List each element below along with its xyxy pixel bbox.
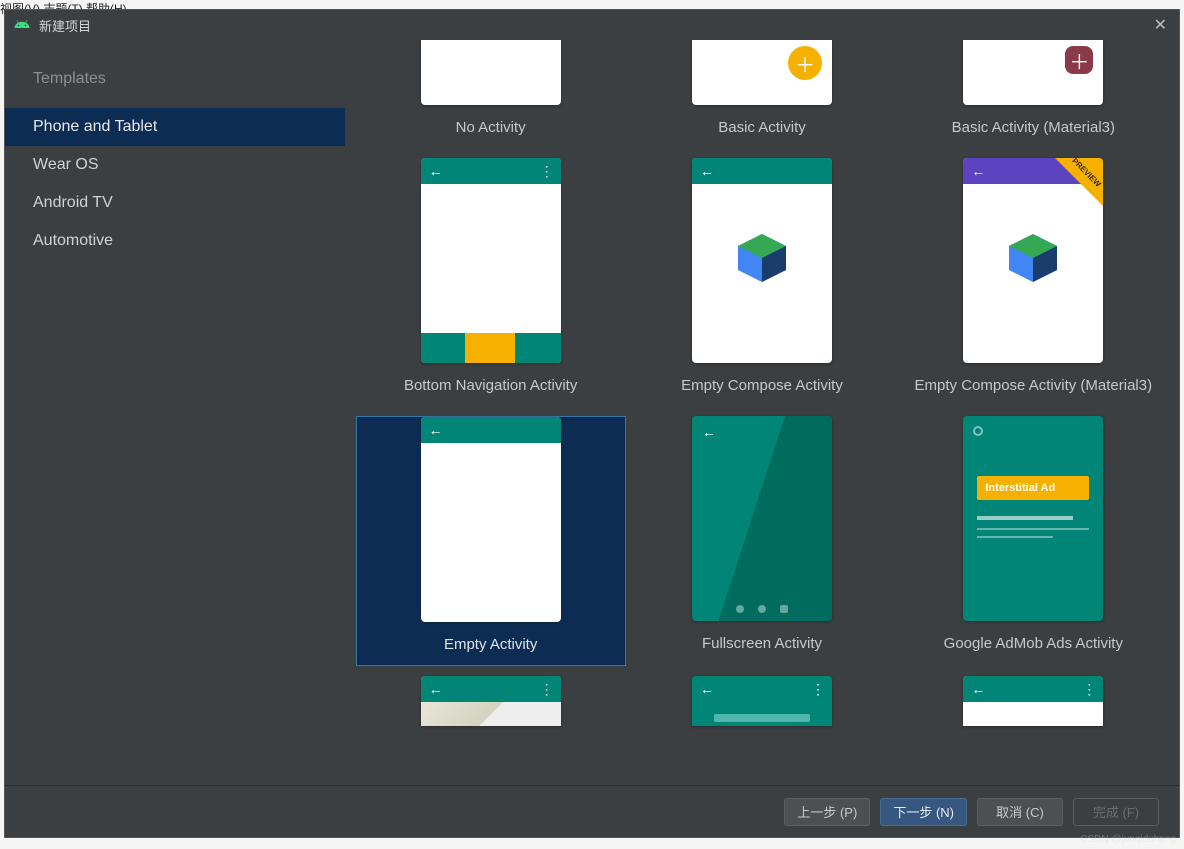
dialog-footer: 上一步 (P) 下一步 (N) 取消 (C) 完成 (F) — [5, 785, 1179, 837]
sidebar-header: Templates — [5, 70, 345, 108]
template-grid: No Activity ＋ Basic Activity ＋ Basic Act… — [355, 40, 1169, 752]
android-icon — [13, 16, 31, 34]
template-label: Basic Activity — [718, 119, 806, 136]
template-basic-activity[interactable]: ＋ Basic Activity — [627, 40, 897, 148]
sidebar-item-phone-tablet[interactable]: Phone and Tablet — [5, 108, 345, 146]
fab-icon: ＋ — [1065, 46, 1093, 74]
template-label: No Activity — [456, 119, 526, 136]
overflow-icon: ⋮ — [811, 681, 824, 698]
template-thumb: ＋ — [963, 40, 1103, 105]
template-partial[interactable]: ←⋮ — [627, 676, 897, 752]
template-thumb: ←⋮ — [963, 676, 1103, 726]
template-fullscreen[interactable]: ← ⛶ Fullscreen Activity — [627, 416, 897, 666]
template-label: Bottom Navigation Activity — [404, 377, 577, 394]
back-icon: ← — [429, 422, 443, 438]
camera-dot-icon — [973, 426, 983, 436]
compose-logo-icon — [1003, 228, 1063, 288]
sidebar-item-android-tv[interactable]: Android TV — [5, 184, 345, 222]
template-label: Fullscreen Activity — [702, 635, 822, 652]
template-grid-scroll[interactable]: No Activity ＋ Basic Activity ＋ Basic Act… — [345, 40, 1179, 785]
close-icon[interactable]: ✕ — [1150, 15, 1171, 35]
template-partial[interactable]: ←⋮ — [898, 676, 1168, 752]
back-icon: ← — [700, 163, 714, 179]
cancel-button[interactable]: 取消 (C) — [977, 798, 1063, 826]
appbar: ←⋮ — [963, 676, 1103, 702]
template-thumb: ← PREVIEW — [963, 158, 1103, 363]
next-button[interactable]: 下一步 (N) — [880, 798, 967, 826]
back-icon: ← — [429, 681, 443, 697]
template-thumb: ← — [421, 417, 561, 622]
template-thumb: ＋ — [692, 40, 832, 105]
finish-button[interactable]: 完成 (F) — [1073, 798, 1159, 826]
ad-badge: Interstitial Ad — [977, 476, 1089, 500]
template-empty-compose[interactable]: ← Empty Compose Activity — [627, 158, 897, 406]
nav-dot — [780, 605, 788, 613]
compose-logo-icon — [732, 228, 792, 288]
template-label: Basic Activity (Material3) — [952, 119, 1115, 136]
appbar: ←⋮ — [421, 676, 561, 702]
new-project-dialog: 新建项目 ✕ Templates Phone and Tablet Wear O… — [4, 9, 1180, 838]
template-basic-activity-m3[interactable]: ＋ Basic Activity (Material3) — [898, 40, 1168, 148]
template-label: Empty Compose Activity — [681, 377, 843, 394]
previous-button[interactable]: 上一步 (P) — [784, 798, 870, 826]
template-label: Empty Activity — [444, 636, 537, 653]
template-thumb: ← ⛶ — [692, 416, 832, 621]
sidebar-item-wear-os[interactable]: Wear OS — [5, 146, 345, 184]
template-thumb: ←⋮ — [421, 158, 561, 363]
back-icon: ← — [700, 681, 714, 697]
back-icon: ← — [702, 424, 716, 440]
fab-icon: ＋ — [788, 46, 822, 80]
template-label: Empty Compose Activity (Material3) — [915, 377, 1153, 394]
sidebar: Templates Phone and Tablet Wear OS Andro… — [5, 40, 345, 785]
overflow-icon: ⋮ — [540, 163, 553, 180]
template-no-activity[interactable]: No Activity — [356, 40, 626, 148]
titlebar: 新建项目 ✕ — [5, 10, 1179, 40]
appbar: ←⋮ — [692, 676, 832, 702]
overflow-icon: ⋮ — [540, 681, 553, 698]
template-thumb: ←⋮ — [421, 676, 561, 726]
template-bottom-navigation[interactable]: ←⋮ Bottom Navigation Activity — [356, 158, 626, 406]
appbar: ←⋮ — [421, 158, 561, 184]
back-icon: ← — [971, 163, 985, 179]
template-empty-compose-m3[interactable]: ← PREVIEW Empty Compose Activity (Materi… — [898, 158, 1168, 406]
template-empty-activity[interactable]: ← Empty Activity — [356, 416, 626, 666]
overflow-icon: ⋮ — [1082, 681, 1095, 698]
sidebar-item-automotive[interactable]: Automotive — [5, 222, 345, 260]
window-title: 新建项目 — [39, 16, 91, 35]
appbar: ← — [692, 158, 832, 184]
template-label: Google AdMob Ads Activity — [944, 635, 1123, 652]
template-partial[interactable]: ←⋮ — [356, 676, 626, 752]
template-thumb: Interstitial Ad — [963, 416, 1103, 621]
nav-dot — [736, 605, 744, 613]
nav-dot — [758, 605, 766, 613]
template-thumb: ←⋮ — [692, 676, 832, 726]
watermark: CSDN @junqiduhang — [1080, 834, 1176, 845]
template-thumb — [421, 40, 561, 105]
template-admob[interactable]: Interstitial Ad Google AdMob Ads Activit… — [898, 416, 1168, 666]
back-icon: ← — [971, 681, 985, 697]
back-icon: ← — [429, 163, 443, 179]
appbar: ← — [421, 417, 561, 443]
template-thumb: ← — [692, 158, 832, 363]
